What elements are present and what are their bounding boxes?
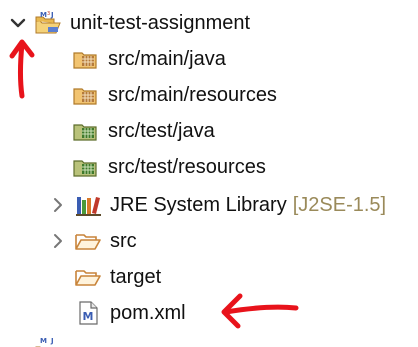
tree-item-project[interactable]: M 3 J unit-test-assignment (8, 6, 250, 40)
folder-icon (74, 263, 102, 291)
project-explorer-tree: M 3 J unit-test-assignment src/main/java (0, 0, 418, 347)
annotation-arrow-up (9, 39, 35, 99)
source-folder-icon (72, 81, 100, 109)
tree-item-label: src/main/resources (108, 84, 277, 106)
maven-project-icon: M J (34, 335, 62, 347)
svg-text:M: M (40, 337, 47, 345)
maven-pom-file-icon: M (74, 299, 102, 327)
source-folder-icon (72, 45, 100, 73)
tree-item-label: target (110, 266, 162, 288)
tree-item-src-main-java[interactable]: src/main/java (72, 42, 226, 76)
svg-text:J: J (50, 11, 54, 19)
test-source-folder-icon (72, 117, 100, 145)
tree-item-partial: M J (8, 334, 70, 347)
annotation-arrow-left (221, 293, 299, 329)
maven-project-icon: M 3 J (34, 9, 62, 37)
svg-text:M: M (83, 310, 94, 323)
svg-text:J: J (50, 337, 54, 345)
tree-item-jre-system-library[interactable]: JRE System Library [J2SE-1.5] (48, 188, 386, 222)
tree-item-src-main-resources[interactable]: src/main/resources (72, 78, 277, 112)
tree-item-src-test-resources[interactable]: src/test/resources (72, 150, 266, 184)
folder-icon (74, 227, 102, 255)
tree-item-label: src/main/java (108, 48, 226, 70)
chevron-right-icon[interactable] (48, 195, 68, 215)
chevron-right-icon[interactable] (48, 231, 68, 251)
svg-text:M: M (40, 11, 47, 19)
project-label: unit-test-assignment (70, 12, 251, 34)
chevron-down-icon[interactable] (8, 13, 28, 33)
tree-item-target[interactable]: target (74, 260, 161, 294)
tree-item-src-test-java[interactable]: src/test/java (72, 114, 215, 148)
tree-item-label: pom.xml (110, 302, 186, 324)
jre-version-hint: [J2SE-1.5] (292, 193, 387, 216)
library-icon (74, 191, 102, 219)
test-source-folder-icon (72, 153, 100, 181)
tree-item-label: src/test/resources (108, 156, 266, 178)
tree-item-label: src (110, 230, 137, 252)
svg-text:3: 3 (47, 11, 50, 17)
tree-item-label: src/test/java (108, 120, 215, 142)
tree-item-pom-xml[interactable]: M pom.xml (74, 296, 186, 330)
tree-item-label: JRE System Library (110, 194, 287, 216)
tree-item-src[interactable]: src (48, 224, 137, 258)
